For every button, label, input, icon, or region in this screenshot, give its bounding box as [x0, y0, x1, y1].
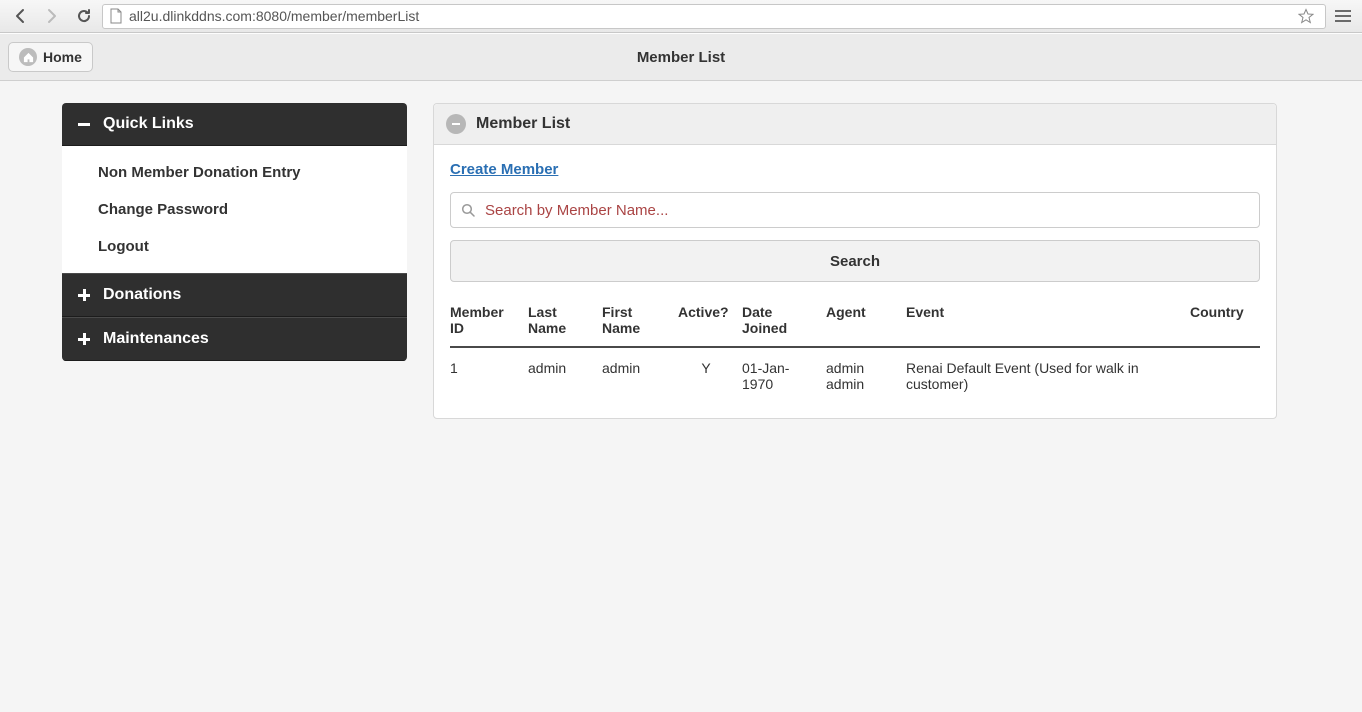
- cell-agent: admin admin: [826, 347, 906, 400]
- home-button[interactable]: Home: [8, 42, 93, 72]
- table-header-row: Member ID Last Name First Name Active? D…: [450, 296, 1260, 347]
- search-input-wrap: [450, 192, 1260, 228]
- back-button[interactable]: [6, 3, 34, 29]
- panel-title: Member List: [476, 115, 570, 133]
- home-icon: [19, 48, 37, 66]
- browser-menu-button[interactable]: [1330, 3, 1356, 29]
- col-country: Country: [1190, 296, 1260, 347]
- forward-button[interactable]: [38, 3, 66, 29]
- browser-toolbar: all2u.dlinkddns.com:8080/member/memberLi…: [0, 0, 1362, 33]
- col-active: Active?: [678, 296, 742, 347]
- col-event: Event: [906, 296, 1190, 347]
- collapse-icon[interactable]: [446, 114, 466, 134]
- sidebar-quick-links-header[interactable]: Quick Links: [62, 103, 407, 146]
- cell-event: Renai Default Event (Used for walk in cu…: [906, 347, 1190, 400]
- sidebar-maintenances-label: Maintenances: [103, 330, 209, 348]
- cell-active: Y: [678, 347, 742, 400]
- home-label: Home: [43, 49, 82, 65]
- cell-date-joined: 01-Jan-1970: [742, 347, 826, 400]
- sidebar-item-non-member-donation[interactable]: Non Member Donation Entry: [62, 154, 407, 191]
- minus-icon: [76, 117, 91, 132]
- search-icon: [461, 203, 475, 217]
- col-last-name: Last Name: [528, 296, 602, 347]
- create-member-link[interactable]: Create Member: [450, 161, 558, 178]
- col-agent: Agent: [826, 296, 906, 347]
- sidebar-donations-label: Donations: [103, 286, 181, 304]
- search-button[interactable]: Search: [450, 240, 1260, 282]
- cell-member-id: 1: [450, 347, 528, 400]
- sidebar-quick-links-label: Quick Links: [103, 115, 194, 133]
- member-list-panel: Member List Create Member Search Member …: [433, 103, 1277, 419]
- panel-body: Create Member Search Member ID Last Name…: [434, 145, 1276, 418]
- col-date-joined: Date Joined: [742, 296, 826, 347]
- plus-icon: [76, 288, 91, 303]
- table-row[interactable]: 1 admin admin Y 01-Jan-1970 admin admin …: [450, 347, 1260, 400]
- app-topbar: Home Member List: [0, 33, 1362, 81]
- sidebar-maintenances-header[interactable]: Maintenances: [62, 317, 407, 361]
- col-first-name: First Name: [602, 296, 678, 347]
- search-input[interactable]: [485, 202, 1249, 219]
- sidebar-item-logout[interactable]: Logout: [62, 228, 407, 265]
- cell-first-name: admin: [602, 347, 678, 400]
- sidebar-donations-header[interactable]: Donations: [62, 273, 407, 317]
- reload-button[interactable]: [70, 3, 98, 29]
- col-member-id: Member ID: [450, 296, 528, 347]
- plus-icon: [76, 332, 91, 347]
- sidebar-quick-links-body: Non Member Donation Entry Change Passwor…: [62, 146, 407, 273]
- cell-country: [1190, 347, 1260, 400]
- url-text: all2u.dlinkddns.com:8080/member/memberLi…: [129, 8, 1287, 24]
- panel-header: Member List: [434, 104, 1276, 145]
- page-title: Member List: [0, 49, 1362, 66]
- url-bar[interactable]: all2u.dlinkddns.com:8080/member/memberLi…: [102, 4, 1326, 29]
- bookmark-star-icon[interactable]: [1293, 3, 1319, 29]
- cell-last-name: admin: [528, 347, 602, 400]
- sidebar-item-change-password[interactable]: Change Password: [62, 191, 407, 228]
- sidebar: Quick Links Non Member Donation Entry Ch…: [62, 103, 407, 361]
- page-icon: [109, 8, 123, 24]
- member-table: Member ID Last Name First Name Active? D…: [450, 296, 1260, 400]
